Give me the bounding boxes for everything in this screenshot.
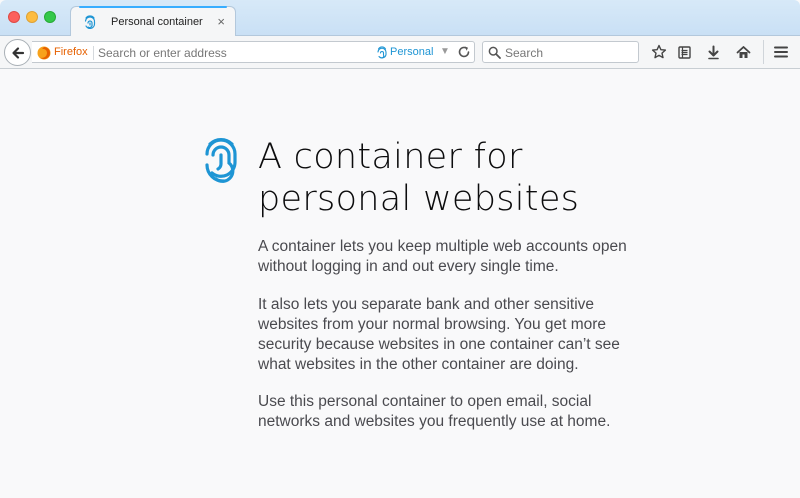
url-bar[interactable]: Firefox Personal ▼ — [32, 41, 475, 63]
description-paragraph: It also lets you separate bank and other… — [258, 296, 620, 373]
close-window-button[interactable] — [8, 11, 20, 23]
navigation-toolbar: Firefox Personal ▼ — [0, 36, 800, 69]
back-button[interactable] — [4, 39, 31, 66]
description-paragraph: Use this personal container to open emai… — [258, 393, 611, 430]
tab-container-indicator — [79, 6, 227, 8]
menu-button[interactable] — [772, 43, 790, 61]
bookmark-star-icon — [651, 44, 667, 59]
download-arrow-icon — [707, 45, 719, 59]
reading-list-icon — [677, 45, 691, 59]
search-bar[interactable] — [482, 41, 639, 63]
page-content: A container for personal websites A cont… — [0, 70, 800, 498]
url-separator — [93, 46, 94, 60]
browser-window: Personal container × Firefox Search or e… — [0, 0, 800, 498]
fingerprint-icon — [84, 15, 96, 30]
tab-close-button[interactable]: × — [217, 14, 225, 29]
firefox-logo-icon — [37, 46, 51, 60]
search-input[interactable] — [505, 44, 633, 61]
tab-title: Personal container — [111, 16, 203, 28]
container-label[interactable]: Personal — [390, 46, 433, 58]
reload-icon[interactable] — [456, 44, 472, 60]
minimize-window-button[interactable] — [26, 11, 38, 23]
description-paragraph: A container lets you keep multiple web a… — [258, 238, 627, 275]
page-title: A container for personal websites — [258, 136, 658, 220]
reading-list-button[interactable] — [675, 43, 693, 61]
back-arrow-icon — [11, 46, 24, 59]
home-icon — [736, 45, 750, 58]
hamburger-menu-icon — [774, 46, 788, 58]
container-fingerprint-icon — [377, 46, 387, 59]
fingerprint-icon — [205, 138, 237, 183]
maximize-window-button[interactable] — [44, 11, 56, 23]
downloads-button[interactable] — [704, 43, 722, 61]
address-input[interactable] — [98, 44, 368, 61]
tab-personal-container[interactable]: Personal container × — [70, 6, 236, 37]
identity-label[interactable]: Firefox — [54, 46, 88, 58]
toolbar-divider — [763, 40, 764, 64]
home-button[interactable] — [734, 43, 752, 61]
page-title-line-2: personal websites — [258, 179, 580, 219]
tab-strip: Personal container × — [0, 0, 800, 37]
search-icon — [488, 46, 501, 59]
url-dropmarker-icon[interactable]: ▼ — [440, 46, 450, 57]
page-title-line-1: A container for — [258, 137, 523, 177]
bookmark-button[interactable] — [650, 43, 668, 61]
